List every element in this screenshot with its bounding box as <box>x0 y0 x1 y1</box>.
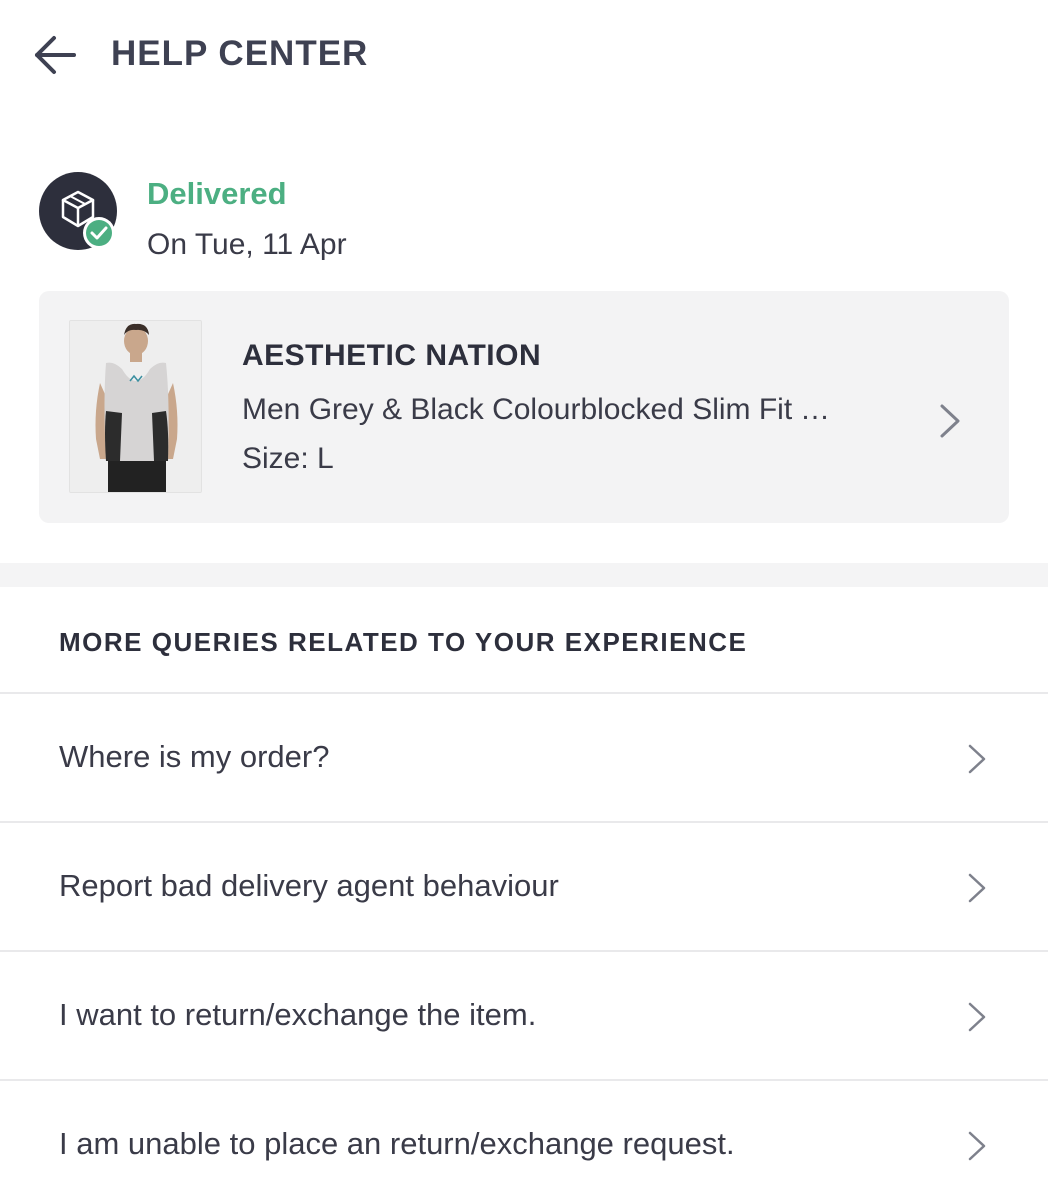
chevron-right-icon <box>968 1002 986 1032</box>
delivery-status-label: Delivered <box>147 176 287 211</box>
query-label: Where is my order? <box>59 739 330 774</box>
back-button[interactable] <box>30 30 80 80</box>
query-label: I want to return/exchange the item. <box>59 997 537 1032</box>
query-label: I am unable to place an return/exchange … <box>59 1126 735 1161</box>
delivery-date: On Tue, 11 Apr <box>147 228 347 261</box>
section-divider <box>0 563 1048 587</box>
chevron-right-icon <box>968 873 986 903</box>
help-center-screen: HELP CENTER Delivered On Tue, 11 Apr AES… <box>0 0 1048 1200</box>
query-item-unable-to-place-request[interactable]: I am unable to place an return/exchange … <box>0 1079 1048 1200</box>
query-label: Report bad delivery agent behaviour <box>59 868 559 903</box>
arrow-left-icon <box>35 36 76 74</box>
product-card[interactable]: AESTHETIC NATION Men Grey & Black Colour… <box>39 291 1009 523</box>
chevron-right-icon <box>968 744 986 774</box>
chevron-right-icon <box>968 1131 986 1161</box>
package-delivered-icon <box>39 172 119 252</box>
chevron-right-icon <box>937 401 963 441</box>
product-name: Men Grey & Black Colourblocked Slim Fit … <box>242 393 842 426</box>
queries-list: Where is my order? Report bad delivery a… <box>0 692 1048 1200</box>
product-size: Size: L <box>242 442 334 475</box>
query-item-where-is-my-order[interactable]: Where is my order? <box>0 692 1048 821</box>
product-image <box>69 320 202 493</box>
page-title: HELP CENTER <box>111 34 369 73</box>
queries-heading: MORE QUERIES RELATED TO YOUR EXPERIENCE <box>59 627 748 657</box>
product-brand: AESTHETIC NATION <box>242 339 542 372</box>
query-item-return-exchange[interactable]: I want to return/exchange the item. <box>0 950 1048 1079</box>
app-header: HELP CENTER <box>0 0 1048 110</box>
query-item-report-delivery-agent[interactable]: Report bad delivery agent behaviour <box>0 821 1048 950</box>
